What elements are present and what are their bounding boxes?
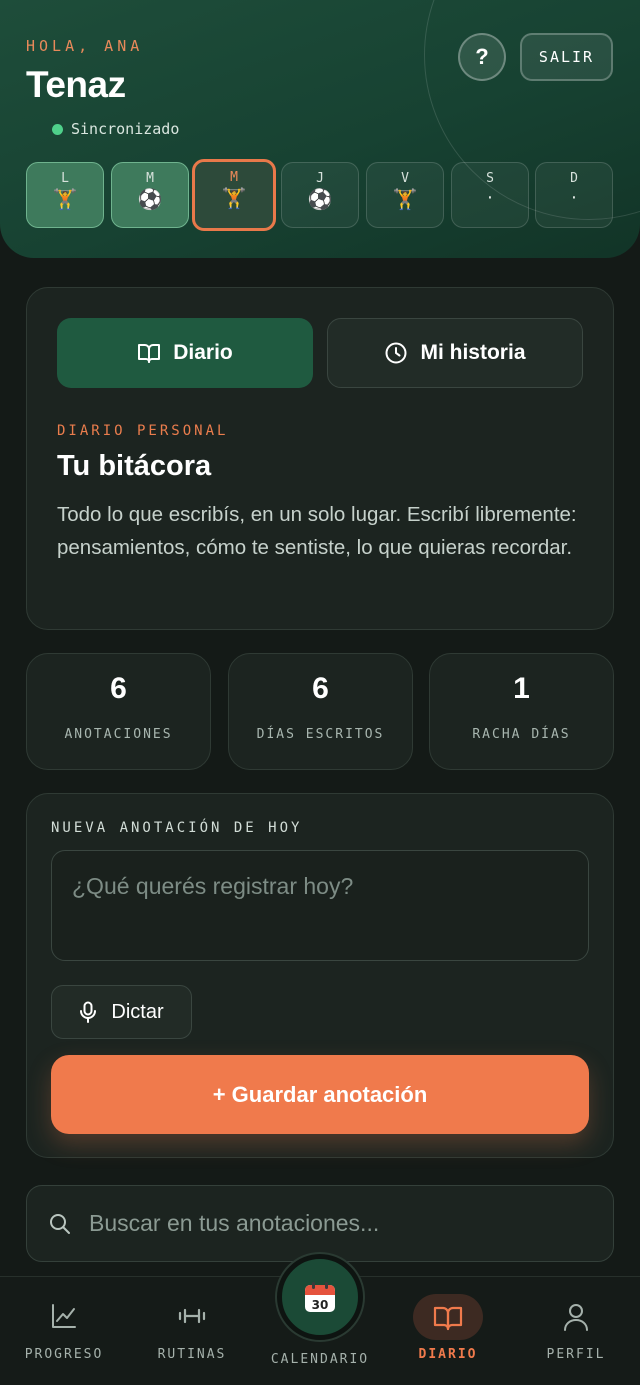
- stat-value: 6: [110, 672, 127, 705]
- weightlifting-icon: 🏋️: [392, 189, 418, 211]
- entry-textarea[interactable]: ¿Qué querés registrar hoy?: [51, 850, 589, 961]
- stat-label: DÍAS ESCRITOS: [256, 727, 385, 742]
- tab-diario[interactable]: Diario: [57, 318, 313, 388]
- day-letter: V: [401, 171, 409, 186]
- week-strip: L 🏋️ M ⚽ M 🏋️ J ⚽ V 🏋️ S · D ·: [26, 159, 614, 231]
- day-letter: D: [570, 171, 578, 186]
- sync-status: Sincronizado: [52, 120, 179, 138]
- tab-diario-label: Diario: [173, 341, 233, 364]
- weightlifting-icon: 🏋️: [221, 188, 247, 210]
- day-tuesday[interactable]: M ⚽: [111, 162, 189, 228]
- day-friday[interactable]: V 🏋️: [366, 162, 444, 228]
- new-entry-label: NUEVA ANOTACIÓN DE HOY: [51, 820, 303, 836]
- nav-diario[interactable]: DIARIO: [404, 1276, 492, 1385]
- clock-icon: [385, 342, 407, 364]
- day-letter: M: [146, 171, 154, 186]
- book-icon: [138, 344, 161, 363]
- nav-rutinas[interactable]: RUTINAS: [148, 1276, 236, 1385]
- section-title: Tu bitácora: [57, 450, 212, 482]
- weightlifting-icon: 🏋️: [52, 189, 78, 211]
- tab-mi-historia[interactable]: Mi historia: [327, 318, 583, 388]
- stat-dias-escritos: 6 DÍAS ESCRITOS: [228, 653, 413, 770]
- day-monday[interactable]: L 🏋️: [26, 162, 104, 228]
- save-entry-button[interactable]: + Guardar anotación: [51, 1055, 589, 1134]
- soccer-ball-icon: ⚽: [137, 189, 163, 211]
- empty-dot-icon: ·: [570, 186, 578, 208]
- nav-rutinas-label: RUTINAS: [157, 1347, 227, 1362]
- day-letter: S: [486, 171, 494, 186]
- day-sunday[interactable]: D ·: [535, 162, 613, 228]
- tab-mi-historia-label: Mi historia: [420, 341, 526, 364]
- nav-diario-label: DIARIO: [418, 1347, 478, 1362]
- dumbbell-icon: [178, 1308, 206, 1324]
- chart-line-icon: [52, 1304, 76, 1328]
- greeting: HOLA, ANA: [26, 37, 144, 55]
- nav-calendario-label: CALENDARIO: [270, 1352, 370, 1367]
- stat-anotaciones: 6 ANOTACIONES: [26, 653, 211, 770]
- stat-label: ANOTACIONES: [64, 727, 173, 742]
- day-letter: J: [316, 171, 324, 186]
- logout-button[interactable]: SALIR: [520, 33, 613, 81]
- open-book-icon: [433, 1306, 463, 1331]
- day-letter: M: [230, 170, 238, 185]
- nav-perfil-label: PERFIL: [546, 1347, 606, 1362]
- microphone-icon: [80, 1001, 97, 1023]
- stat-label: RACHA DÍAS: [472, 727, 571, 742]
- day-wednesday-today[interactable]: M 🏋️: [192, 159, 276, 231]
- user-icon: [564, 1304, 588, 1331]
- day-saturday[interactable]: S ·: [451, 162, 529, 228]
- sync-dot-icon: [52, 123, 63, 135]
- nav-calendario[interactable]: CALENDARIO: [262, 1276, 378, 1385]
- search-icon: [50, 1213, 70, 1234]
- stat-value: 1: [513, 672, 530, 705]
- day-letter: L: [61, 171, 69, 186]
- app-header: HOLA, ANA Tenaz Sincronizado ? SALIR L 🏋…: [0, 0, 640, 258]
- section-description: Todo lo que escribís, en un solo lugar. …: [57, 503, 577, 559]
- empty-dot-icon: ·: [486, 186, 494, 208]
- soccer-ball-icon: ⚽: [307, 189, 333, 211]
- dictate-button[interactable]: Dictar: [51, 985, 192, 1039]
- stat-racha: 1 RACHA DÍAS: [429, 653, 614, 770]
- nav-progreso-label: PROGRESO: [24, 1347, 104, 1362]
- help-button[interactable]: ?: [458, 33, 506, 81]
- day-thursday[interactable]: J ⚽: [281, 162, 359, 228]
- search-bar[interactable]: Buscar en tus anotaciones...: [26, 1185, 614, 1262]
- section-kicker: DIARIO PERSONAL: [57, 423, 229, 439]
- sync-status-label: Sincronizado: [71, 120, 180, 138]
- app-brand: Tenaz: [26, 64, 126, 105]
- search-input[interactable]: Buscar en tus anotaciones...: [89, 1210, 379, 1237]
- nav-progreso[interactable]: PROGRESO: [20, 1276, 108, 1385]
- nav-perfil[interactable]: PERFIL: [532, 1276, 620, 1385]
- stat-value: 6: [312, 672, 329, 705]
- dictate-label: Dictar: [111, 1000, 164, 1023]
